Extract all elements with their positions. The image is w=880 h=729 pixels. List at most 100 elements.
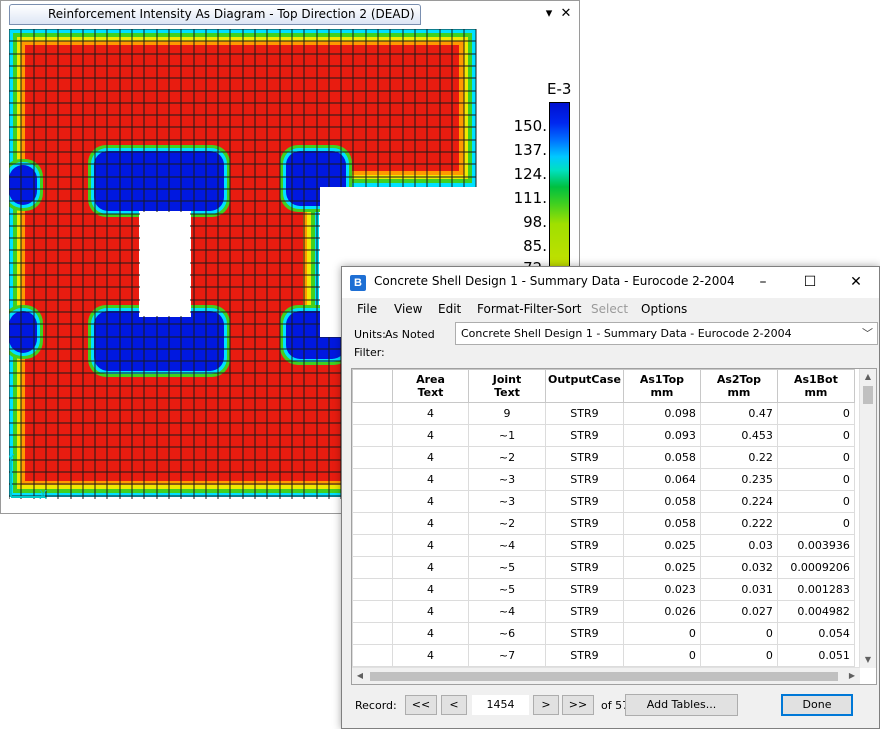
table-cell[interactable]: 4	[392, 446, 469, 469]
table-cell[interactable]: STR9	[545, 446, 624, 469]
table-cell[interactable]: 0	[622, 622, 701, 645]
table-cell[interactable]: 4	[392, 534, 469, 557]
table-cell[interactable]: 0.224	[699, 490, 778, 513]
row-selector[interactable]	[352, 534, 393, 557]
table-cell[interactable]: 0.027	[699, 600, 778, 623]
table-cell[interactable]: 0.058	[622, 446, 701, 469]
menu-select[interactable]: Select	[591, 302, 628, 316]
table-cell[interactable]: 0.03	[699, 534, 778, 557]
table-cell[interactable]: 0.0009206	[776, 556, 855, 579]
table-cell[interactable]: 0	[776, 446, 855, 469]
column-header[interactable]: As1Top mm	[622, 369, 701, 403]
table-row[interactable]: 4 ~7 STR9 0 0 0.051	[352, 644, 855, 667]
close-button[interactable]: ✕	[833, 267, 879, 298]
table-row[interactable]: 4 ~1 STR9 0.093 0.453 0	[352, 424, 855, 447]
table-cell[interactable]: ~2	[468, 446, 546, 469]
chevron-down-icon[interactable]: ▾	[541, 5, 557, 23]
table-cell[interactable]: 9	[468, 402, 546, 425]
table-cell[interactable]: 0.47	[699, 402, 778, 425]
table-row[interactable]: 4 ~3 STR9 0.058 0.224 0	[352, 490, 855, 513]
row-selector[interactable]	[352, 600, 393, 623]
table-cell[interactable]: ~3	[468, 490, 546, 513]
scroll-left-icon[interactable]: ◀	[352, 668, 368, 684]
table-cell[interactable]: 0.025	[622, 534, 701, 557]
table-cell[interactable]: STR9	[545, 424, 624, 447]
table-cell[interactable]: 0	[776, 490, 855, 513]
horizontal-scroll-thumb[interactable]	[370, 672, 838, 681]
table-cell[interactable]: 0.064	[622, 468, 701, 491]
table-cell[interactable]: 0.093	[622, 424, 701, 447]
menu-edit[interactable]: Edit	[438, 302, 461, 316]
table-cell[interactable]: 0	[776, 468, 855, 491]
scroll-up-icon[interactable]: ▲	[860, 369, 876, 385]
row-selector[interactable]	[352, 402, 393, 425]
table-cell[interactable]: 0.023	[622, 578, 701, 601]
table-cell[interactable]: 4	[392, 512, 469, 535]
table-cell[interactable]: STR9	[545, 534, 624, 557]
column-header[interactable]: Area Text	[392, 369, 469, 403]
table-cell[interactable]: 0.058	[622, 512, 701, 535]
table-cell[interactable]: 0.235	[699, 468, 778, 491]
table-cell[interactable]: 0.025	[622, 556, 701, 579]
table-cell[interactable]: 0.001283	[776, 578, 855, 601]
table-cell[interactable]: 4	[392, 402, 469, 425]
row-selector[interactable]	[352, 512, 393, 535]
dialog-titlebar[interactable]: B Concrete Shell Design 1 - Summary Data…	[342, 267, 879, 298]
table-cell[interactable]: 4	[392, 644, 469, 667]
close-icon[interactable]: ✕	[558, 5, 574, 23]
menu-format-filter-sort[interactable]: Format-Filter-Sort	[477, 302, 582, 316]
add-tables-button[interactable]: Add Tables...	[625, 694, 738, 716]
table-cell[interactable]: STR9	[545, 644, 624, 667]
column-header[interactable]: As2Top mm	[699, 369, 778, 403]
table-row[interactable]: 4 ~5 STR9 0.025 0.032 0.0009206	[352, 556, 855, 579]
table-cell[interactable]: 4	[392, 556, 469, 579]
table-cell[interactable]: 4	[392, 490, 469, 513]
table-cell[interactable]: ~4	[468, 600, 546, 623]
table-cell[interactable]: 4	[392, 424, 469, 447]
first-record-button[interactable]: <<	[405, 695, 437, 715]
plot-window-tab[interactable]: Reinforcement Intensity As Diagram - Top…	[9, 4, 421, 25]
table-cell[interactable]: 0.003936	[776, 534, 855, 557]
table-cell[interactable]: ~4	[468, 534, 546, 557]
done-button[interactable]: Done	[781, 694, 853, 716]
scroll-right-icon[interactable]: ▶	[844, 668, 860, 684]
column-header[interactable]: OutputCase	[545, 369, 624, 403]
row-selector[interactable]	[352, 644, 393, 667]
table-cell[interactable]: 0.031	[699, 578, 778, 601]
row-selector[interactable]	[352, 490, 393, 513]
table-cell[interactable]: STR9	[545, 622, 624, 645]
table-row[interactable]: 4 9 STR9 0.098 0.47 0	[352, 402, 855, 425]
table-cell[interactable]: STR9	[545, 468, 624, 491]
row-selector[interactable]	[352, 468, 393, 491]
table-cell[interactable]: 0	[699, 622, 778, 645]
table-cell[interactable]: 4	[392, 622, 469, 645]
row-selector[interactable]	[352, 556, 393, 579]
table-row[interactable]: 4 ~2 STR9 0.058 0.222 0	[352, 512, 855, 535]
table-cell[interactable]: 4	[392, 468, 469, 491]
scroll-down-icon[interactable]: ▼	[860, 652, 876, 668]
menu-view[interactable]: View	[394, 302, 422, 316]
table-cell[interactable]: STR9	[545, 556, 624, 579]
table-row[interactable]: 4 ~3 STR9 0.064 0.235 0	[352, 468, 855, 491]
table-cell[interactable]: 0	[776, 424, 855, 447]
row-selector[interactable]	[352, 578, 393, 601]
column-header[interactable]: As1Bot mm	[776, 369, 855, 403]
table-cell[interactable]: 0.222	[699, 512, 778, 535]
table-cell[interactable]: ~7	[468, 644, 546, 667]
table-cell[interactable]: ~5	[468, 578, 546, 601]
table-cell[interactable]: 0	[699, 644, 778, 667]
row-selector[interactable]	[352, 424, 393, 447]
minimize-button[interactable]: –	[740, 267, 786, 298]
table-cell[interactable]: 0	[776, 402, 855, 425]
table-cell[interactable]: 0.22	[699, 446, 778, 469]
table-cell[interactable]: ~5	[468, 556, 546, 579]
table-row[interactable]: 4 ~5 STR9 0.023 0.031 0.001283	[352, 578, 855, 601]
menu-options[interactable]: Options	[641, 302, 687, 316]
table-cell[interactable]: 0.004982	[776, 600, 855, 623]
table-cell[interactable]: 0.026	[622, 600, 701, 623]
horizontal-scrollbar[interactable]: ◀ ▶	[352, 667, 860, 684]
maximize-button[interactable]: ☐	[787, 267, 833, 298]
row-selector-header[interactable]	[352, 369, 393, 403]
table-cell[interactable]: ~3	[468, 468, 546, 491]
table-row[interactable]: 4 ~4 STR9 0.025 0.03 0.003936	[352, 534, 855, 557]
